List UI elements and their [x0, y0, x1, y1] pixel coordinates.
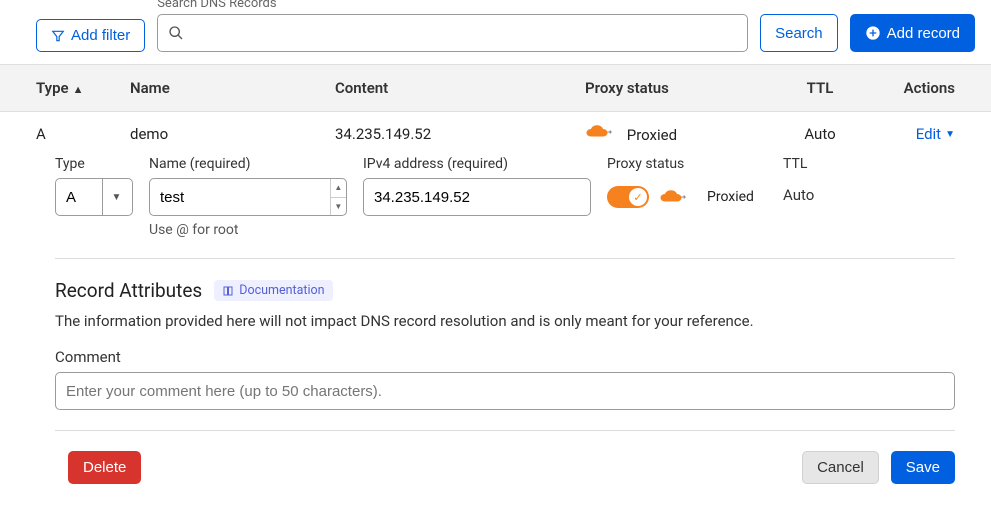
name-input-wrap: ▲▼: [149, 178, 347, 216]
search-box[interactable]: [157, 14, 748, 52]
plus-circle-icon: [865, 25, 881, 41]
ipv4-input-wrap: [363, 178, 591, 216]
comment-input[interactable]: [56, 373, 954, 409]
ipv4-label: IPv4 address (required): [363, 156, 591, 172]
type-select[interactable]: ▼: [55, 178, 133, 216]
proxy-toggle[interactable]: ✓: [607, 186, 649, 208]
chevron-down-icon: ▼: [945, 129, 955, 140]
cell-proxy: Proxied: [585, 124, 775, 144]
column-name[interactable]: Name: [130, 79, 335, 97]
ttl-value: Auto: [783, 178, 853, 204]
add-filter-label: Add filter: [71, 28, 130, 43]
comment-label: Comment: [55, 348, 955, 366]
type-select-value: [56, 179, 102, 215]
search-button-label: Search: [775, 26, 823, 41]
edit-link[interactable]: Edit ▼: [916, 125, 955, 143]
column-ttl[interactable]: TTL: [775, 79, 865, 97]
save-button[interactable]: Save: [891, 451, 955, 484]
sort-asc-icon: ▲: [73, 83, 84, 96]
chevron-down-icon: ▼: [102, 179, 130, 215]
cell-ttl: Auto: [775, 125, 865, 143]
table-row: A demo 34.235.149.52 Proxied Auto Edit ▼: [0, 112, 991, 156]
search-button[interactable]: Search: [760, 14, 838, 52]
cell-content: 34.235.149.52: [335, 125, 585, 143]
documentation-link[interactable]: Documentation: [214, 280, 332, 301]
table-header: Type▲ Name Content Proxy status TTL Acti…: [0, 64, 991, 112]
divider: [55, 430, 955, 431]
comment-input-wrap: [55, 372, 955, 410]
divider: [55, 258, 955, 259]
type-label: Type: [55, 156, 133, 172]
ipv4-input[interactable]: [364, 179, 590, 215]
name-label: Name (required): [149, 156, 347, 172]
book-icon: [222, 285, 234, 297]
attributes-title: Record Attributes: [55, 279, 202, 302]
name-input[interactable]: [150, 179, 330, 215]
search-icon: [168, 25, 184, 41]
cancel-button[interactable]: Cancel: [802, 451, 879, 484]
add-record-label: Add record: [887, 26, 960, 41]
search-label: Search DNS Records: [157, 0, 748, 8]
filter-icon: [51, 29, 65, 43]
cloud-proxy-icon: [585, 124, 615, 140]
record-attributes: Record Attributes Documentation The info…: [0, 279, 991, 431]
cloud-proxy-icon: [659, 189, 689, 205]
column-actions: Actions: [865, 79, 991, 97]
attributes-description: The information provided here will not i…: [55, 312, 955, 330]
column-content[interactable]: Content: [335, 79, 585, 97]
check-icon: ✓: [629, 188, 647, 206]
proxy-label: Proxy status: [607, 156, 767, 172]
proxy-value: Proxied: [707, 189, 754, 205]
search-input[interactable]: [184, 24, 737, 43]
cell-type: A: [0, 125, 130, 143]
delete-button[interactable]: Delete: [68, 451, 141, 484]
column-proxy[interactable]: Proxy status: [585, 79, 775, 97]
cell-name: demo: [130, 125, 335, 143]
column-type[interactable]: Type▲: [0, 79, 130, 97]
footer: Delete Cancel Save: [0, 451, 991, 484]
name-hint: Use @ for root: [149, 222, 347, 238]
ttl-label: TTL: [783, 156, 853, 172]
add-record-button[interactable]: Add record: [850, 14, 975, 52]
stepper-icon[interactable]: ▲▼: [330, 179, 346, 215]
edit-panel: Type ▼ Name (required) ▲▼ Use @ for root…: [0, 156, 991, 259]
add-filter-button[interactable]: Add filter: [36, 19, 145, 52]
